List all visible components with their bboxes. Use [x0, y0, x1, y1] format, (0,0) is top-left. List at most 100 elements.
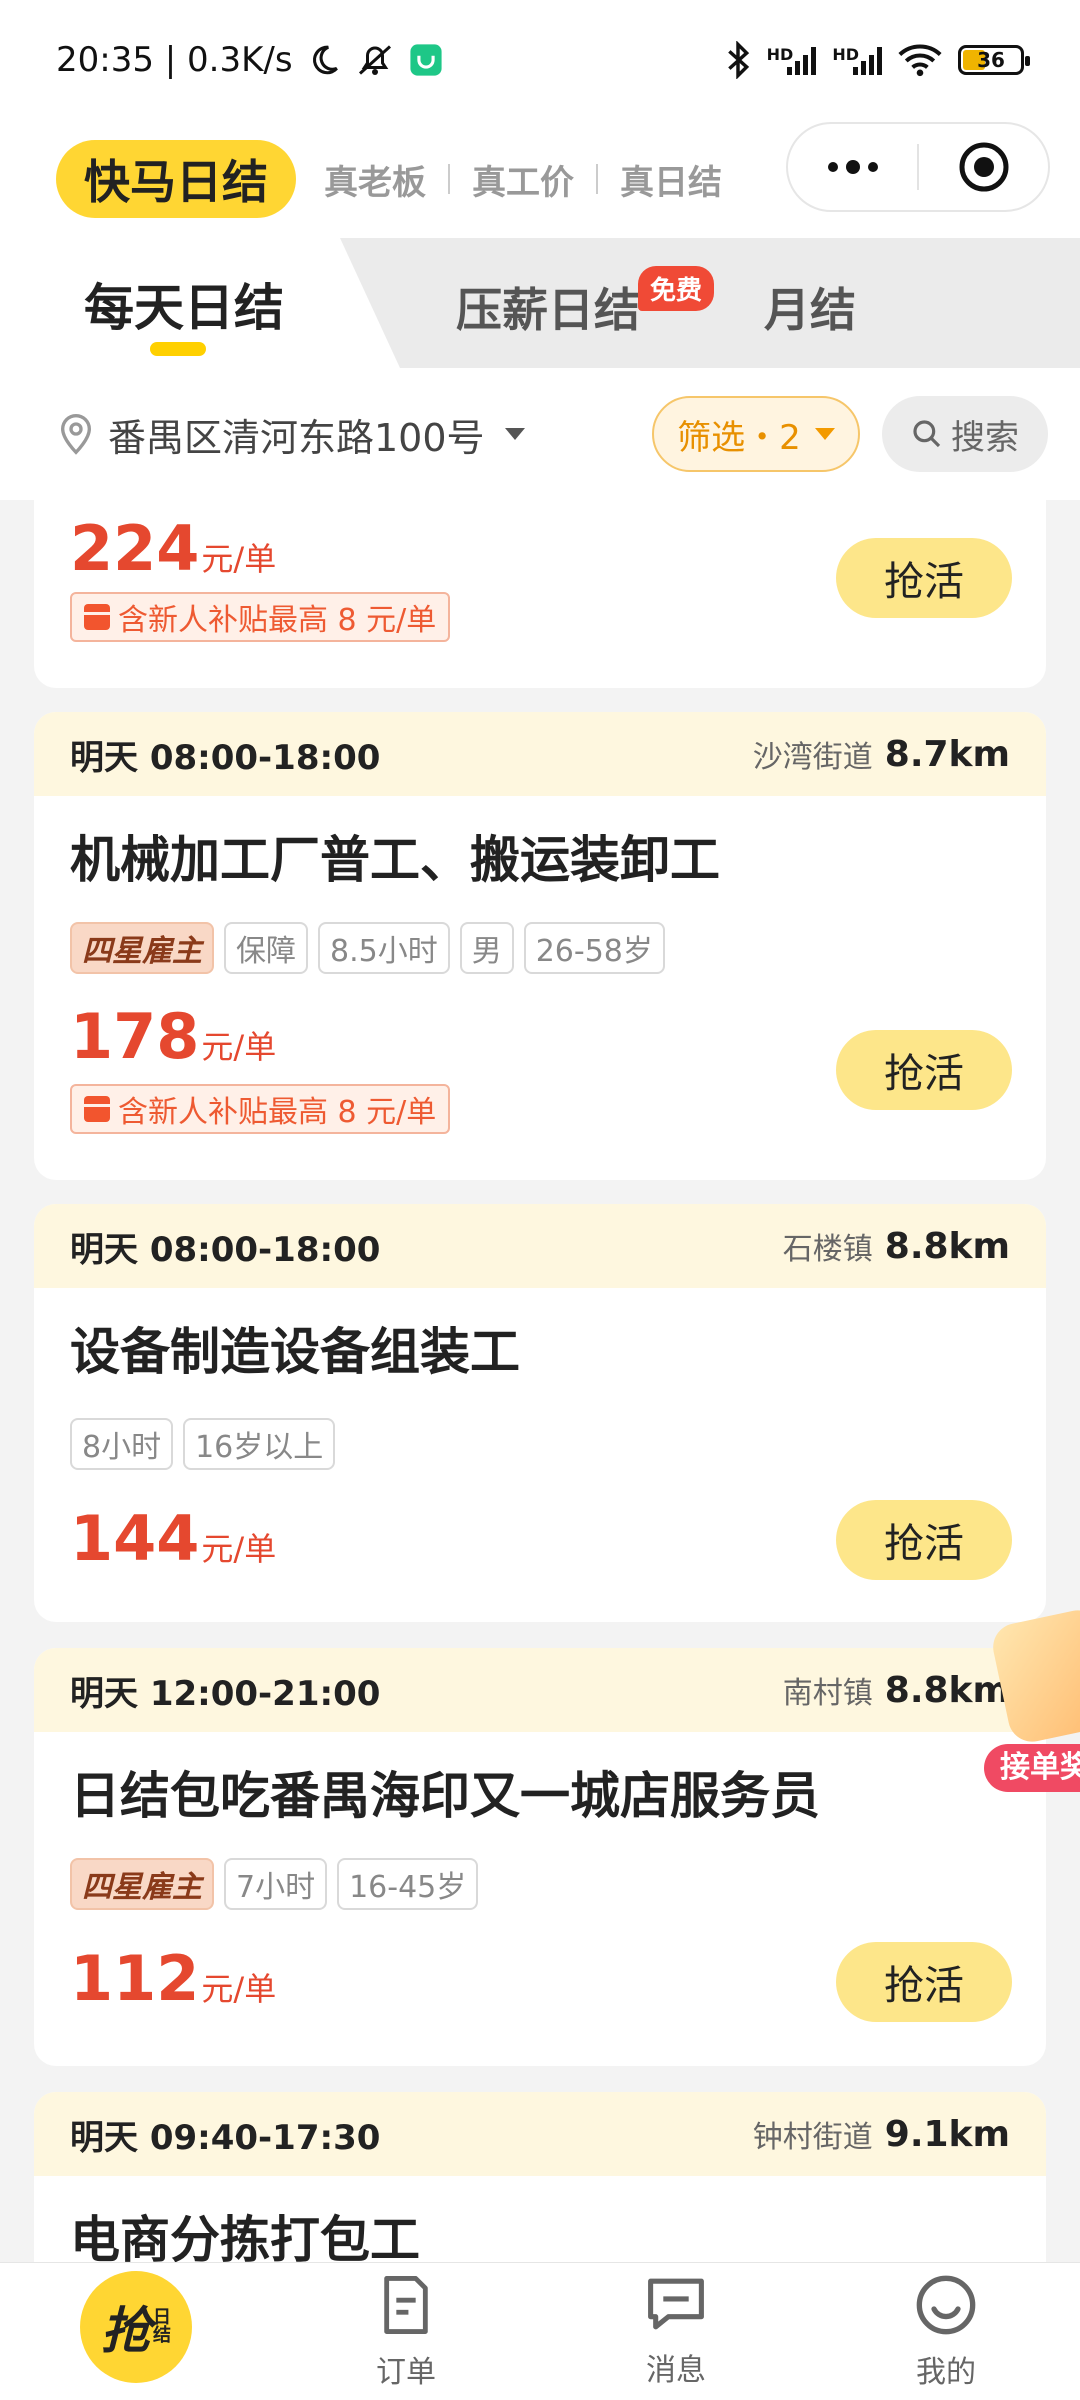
job-card[interactable]: 明天 12:00-21:00 南村镇 8.8km 日结包吃番禺海印又一城店服务员…	[34, 1648, 1046, 2066]
job-time: 明天 09:40-17:30	[70, 2117, 381, 2158]
tag: 7小时	[224, 1858, 328, 1910]
job-card[interactable]: 明天 09:40-17:30 钟村街道 9.1km 电商分拣打包工	[34, 2092, 1046, 2262]
job-card-header: 明天 09:40-17:30 钟村街道 9.1km	[34, 2092, 1046, 2176]
job-price: 178 元/单	[70, 1000, 277, 1073]
job-distance: 8.7km	[884, 733, 1010, 775]
slogan-divider	[448, 164, 450, 194]
location-pin-icon	[60, 414, 92, 455]
bluetooth-icon	[725, 41, 751, 79]
location-selector[interactable]: 番禺区清河东路100号	[56, 407, 525, 462]
nav-messages[interactable]: 消息	[616, 2273, 736, 2389]
tab-underline	[150, 342, 206, 356]
job-time: 明天 12:00-21:00	[70, 1673, 381, 1714]
message-icon	[648, 2278, 704, 2330]
gift-box-icon	[988, 1605, 1080, 1747]
nav-grab-button[interactable]: 抢 日 结	[80, 2271, 192, 2383]
grab-job-button[interactable]: 抢活	[836, 538, 1012, 618]
job-time: 明天 08:00-18:00	[70, 737, 381, 778]
chevron-down-icon	[504, 428, 525, 440]
job-title: 设备制造设备组装工	[70, 1323, 520, 1381]
job-area: 南村镇	[782, 1676, 873, 1711]
gift-icon	[84, 604, 110, 630]
bottom-nav: 抢 日 结 订单 消息 我的	[0, 2262, 1080, 2400]
job-area: 沙湾街道	[752, 740, 873, 775]
miniprogram-capsule	[786, 122, 1050, 212]
app-logo: 快马日结	[56, 140, 296, 218]
nav-orders-label: 订单	[376, 2355, 436, 2390]
slogan-boss: 真老板	[324, 162, 426, 203]
job-list: 224 元/单 含新人补贴最高 8 元/单 抢活 明天 08:00-18:00 …	[0, 500, 1080, 2262]
wifi-icon	[898, 43, 942, 77]
job-price: 144 元/单	[70, 1502, 277, 1575]
job-area: 钟村街道	[752, 2120, 873, 2155]
free-badge: 免费	[638, 266, 715, 311]
job-card[interactable]: 224 元/单 含新人补贴最高 8 元/单 抢活	[34, 500, 1046, 688]
tab-bar: 每天日结 压薪日结 免费 月结	[0, 238, 1080, 368]
job-tags: 四星雇主 7小时 16-45岁	[70, 1858, 479, 1910]
nav-grab-label: 抢	[101, 2302, 151, 2360]
nav-grab-sublabel: 日 结	[153, 2307, 171, 2346]
job-distance: 8.8km	[884, 1225, 1010, 1267]
search-label: 搜索	[951, 417, 1019, 458]
location-text: 番禺区清河东路100号	[108, 415, 485, 460]
search-icon	[913, 420, 941, 448]
subsidy-tag: 含新人补贴最高 8 元/单	[70, 1084, 451, 1134]
tag-star-employer: 四星雇主	[70, 1858, 214, 1910]
job-card[interactable]: 明天 08:00-18:00 沙湾街道 8.7km 机械加工厂普工、搬运装卸工 …	[34, 712, 1046, 1180]
filter-button[interactable]: 筛选・2	[652, 396, 860, 472]
slogan-divider	[596, 164, 598, 194]
status-time: 20:35 | 0.3K/s	[56, 40, 293, 80]
tag-star-employer: 四星雇主	[70, 922, 214, 974]
grab-job-button[interactable]: 抢活	[836, 1500, 1012, 1580]
tab-wage-daily[interactable]: 压薪日结	[456, 274, 640, 340]
chevron-down-icon	[814, 428, 835, 440]
job-card-header: 明天 12:00-21:00 南村镇 8.8km	[34, 1648, 1046, 1732]
tag: 8小时	[70, 1418, 174, 1470]
tag: 16岁以上	[183, 1418, 336, 1470]
slogan-daily: 真日结	[620, 162, 722, 203]
job-distance: 9.1km	[884, 2113, 1010, 2155]
job-title: 日结包吃番禺海印又一城店服务员	[70, 1767, 820, 1825]
mute-bell-icon	[355, 42, 395, 78]
tag: 16-45岁	[337, 1858, 479, 1910]
document-icon	[384, 2276, 428, 2334]
more-button[interactable]	[788, 124, 917, 210]
signal-icon-1: HD	[767, 45, 817, 75]
grab-job-button[interactable]: 抢活	[836, 1942, 1012, 2022]
gift-icon	[84, 1096, 110, 1122]
nav-mine-label: 我的	[916, 2355, 976, 2390]
subsidy-tag: 含新人补贴最高 8 元/单	[70, 592, 451, 642]
app-notification-icon	[409, 43, 443, 77]
tab-monthly[interactable]: 月结	[764, 274, 856, 340]
job-card-header: 明天 08:00-18:00 石楼镇 8.8km	[34, 1204, 1046, 1288]
grab-job-button[interactable]: 抢活	[836, 1030, 1012, 1110]
smile-face-icon	[916, 2275, 976, 2335]
battery-icon: 36	[958, 45, 1030, 75]
order-reward-label: 接单奖	[984, 1744, 1080, 1792]
tag: 8.5小时	[318, 922, 450, 974]
more-dots-icon	[827, 160, 878, 174]
job-title: 电商分拣打包工	[70, 2211, 420, 2262]
status-bar: 20:35 | 0.3K/s HD HD 36	[0, 0, 1080, 120]
filter-label: 筛选・2	[677, 417, 801, 458]
signal-icon-2: HD	[832, 45, 882, 75]
job-time: 明天 08:00-18:00	[70, 1229, 381, 1270]
tag: 男	[459, 922, 514, 974]
job-price: 224 元/单	[70, 512, 277, 585]
filter-bar: 番禺区清河东路100号 筛选・2 搜索	[0, 368, 1080, 500]
search-button[interactable]: 搜索	[882, 396, 1048, 472]
slogan-price: 真工价	[472, 162, 574, 203]
nav-messages-label: 消息	[646, 2353, 706, 2388]
tab-daily[interactable]: 每天日结	[84, 268, 284, 340]
tag: 26-58岁	[523, 922, 665, 974]
nav-orders[interactable]: 订单	[346, 2273, 466, 2391]
order-reward-widget[interactable]: 接单奖	[984, 1605, 1080, 1796]
job-card[interactable]: 明天 08:00-18:00 石楼镇 8.8km 设备制造设备组装工 8小时 1…	[34, 1204, 1046, 1622]
nav-mine[interactable]: 我的	[886, 2273, 1006, 2391]
close-miniprogram-button[interactable]	[919, 124, 1048, 210]
slogans: 真老板 真工价 真日结	[324, 155, 722, 204]
job-card-header: 明天 08:00-18:00 沙湾街道 8.7km	[34, 712, 1046, 796]
job-price: 112 元/单	[70, 1942, 277, 2015]
tag: 保障	[224, 922, 308, 974]
job-tags: 8小时 16岁以上	[70, 1418, 336, 1470]
